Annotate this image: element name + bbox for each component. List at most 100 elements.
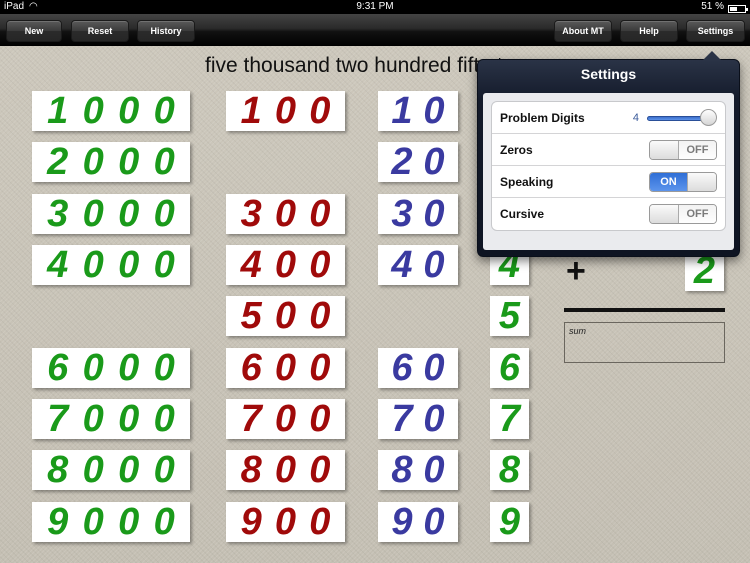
addend-card[interactable]: 2	[685, 251, 724, 291]
number-card-100[interactable]: 100	[226, 91, 345, 131]
setting-speaking: Speaking ON	[492, 166, 725, 198]
card-digit: 5	[498, 295, 521, 337]
card-digit: 1	[47, 90, 69, 132]
card-digit: 0	[82, 449, 104, 491]
card-digit: 1	[240, 90, 262, 132]
card-digit: 0	[82, 398, 104, 440]
card-digit: 8	[47, 449, 69, 491]
card-digit: 8	[240, 449, 262, 491]
help-button[interactable]: Help	[620, 20, 678, 42]
sum-line	[564, 308, 725, 312]
card-digit: 0	[423, 449, 445, 491]
cursive-toggle[interactable]: OFF	[649, 204, 717, 224]
sum-input[interactable]: sum	[564, 322, 725, 363]
card-digit: 0	[309, 295, 331, 337]
zeros-label: Zeros	[500, 142, 533, 157]
card-digit: 3	[47, 193, 69, 235]
number-card-8000[interactable]: 8000	[32, 450, 190, 490]
card-digit: 0	[423, 347, 445, 389]
cursive-state: OFF	[679, 205, 716, 223]
number-card-600[interactable]: 600	[226, 348, 345, 388]
settings-group: Problem Digits 4 Zeros OFF Speaking ON C…	[491, 101, 726, 231]
number-card-10[interactable]: 10	[378, 91, 458, 131]
card-digit: 6	[240, 347, 262, 389]
number-card-4000[interactable]: 4000	[32, 245, 190, 285]
number-card-3000[interactable]: 3000	[32, 194, 190, 234]
card-digit: 0	[274, 295, 297, 337]
card-digit: 0	[309, 398, 331, 440]
card-digit: 0	[153, 90, 175, 132]
zeros-toggle[interactable]: OFF	[649, 139, 717, 160]
card-digit: 0	[274, 193, 297, 235]
speaking-toggle[interactable]: ON	[649, 171, 717, 192]
card-digit: 0	[82, 501, 104, 543]
card-digit: 1	[391, 90, 413, 132]
history-button[interactable]: History	[137, 20, 195, 42]
card-digit: 4	[240, 244, 262, 286]
about-button[interactable]: About MT	[554, 20, 612, 42]
card-digit: 7	[391, 398, 413, 440]
slider-thumb[interactable]	[700, 108, 717, 126]
plus-operator: +	[566, 252, 586, 290]
speaking-state: ON	[650, 172, 687, 191]
number-card-300[interactable]: 300	[226, 194, 345, 234]
card-digit: 9	[240, 501, 262, 543]
number-card-500[interactable]: 500	[226, 296, 345, 336]
card-digit: 9	[498, 501, 521, 543]
number-card-90[interactable]: 90	[378, 502, 458, 542]
toolbar: New Reset History About MT Help Settings	[0, 14, 750, 46]
number-card-6000[interactable]: 6000	[32, 348, 190, 388]
card-digit: 0	[423, 244, 445, 286]
card-digit: 0	[82, 193, 104, 235]
setting-zeros: Zeros OFF	[492, 134, 725, 166]
new-button[interactable]: New	[6, 20, 62, 42]
number-card-80[interactable]: 80	[378, 450, 458, 490]
card-digit: 0	[423, 90, 445, 132]
number-card-8[interactable]: 8	[490, 450, 529, 490]
reset-button[interactable]: Reset	[71, 20, 129, 42]
problem-digits-slider[interactable]	[647, 108, 717, 128]
number-card-6[interactable]: 6	[490, 348, 529, 388]
number-card-900[interactable]: 900	[226, 502, 345, 542]
number-card-20[interactable]: 20	[378, 142, 458, 182]
card-digit: 0	[118, 501, 140, 543]
card-digit: 0	[118, 141, 140, 183]
toggle-knob	[650, 205, 679, 223]
number-card-60[interactable]: 60	[378, 348, 458, 388]
number-card-700[interactable]: 700	[226, 399, 345, 439]
card-digit: 5	[240, 295, 262, 337]
zeros-state: OFF	[679, 140, 716, 159]
popover-arrow	[702, 51, 722, 61]
problem-digits-value: 4	[632, 111, 639, 124]
number-card-800[interactable]: 800	[226, 450, 345, 490]
card-digit: 8	[498, 449, 521, 491]
card-digit: 2	[47, 141, 69, 183]
card-digit: 8	[391, 449, 413, 491]
number-card-70[interactable]: 70	[378, 399, 458, 439]
card-digit: 0	[309, 90, 331, 132]
number-card-1000[interactable]: 1000	[32, 91, 190, 131]
number-card-7[interactable]: 7	[490, 399, 529, 439]
card-digit: 0	[274, 501, 297, 543]
settings-button[interactable]: Settings	[686, 20, 745, 42]
card-digit: 0	[153, 347, 175, 389]
card-digit: 0	[82, 347, 104, 389]
number-card-400[interactable]: 400	[226, 245, 345, 285]
card-digit: 0	[153, 398, 175, 440]
card-digit: 0	[82, 141, 104, 183]
number-card-9[interactable]: 9	[490, 502, 529, 542]
card-digit: 0	[309, 449, 331, 491]
card-digit: 0	[309, 244, 331, 286]
battery-percent: 51 %	[701, 1, 724, 12]
number-card-5[interactable]: 5	[490, 296, 529, 336]
speaking-label: Speaking	[500, 174, 554, 189]
number-card-2000[interactable]: 2000	[32, 142, 190, 182]
card-digit: 2	[391, 141, 413, 183]
number-card-7000[interactable]: 7000	[32, 399, 190, 439]
number-card-9000[interactable]: 9000	[32, 502, 190, 542]
number-card-30[interactable]: 30	[378, 194, 458, 234]
number-card-40[interactable]: 40	[378, 245, 458, 285]
card-digit: 0	[118, 398, 140, 440]
setting-problem-digits: Problem Digits 4	[492, 102, 725, 134]
card-digit: 0	[118, 449, 140, 491]
